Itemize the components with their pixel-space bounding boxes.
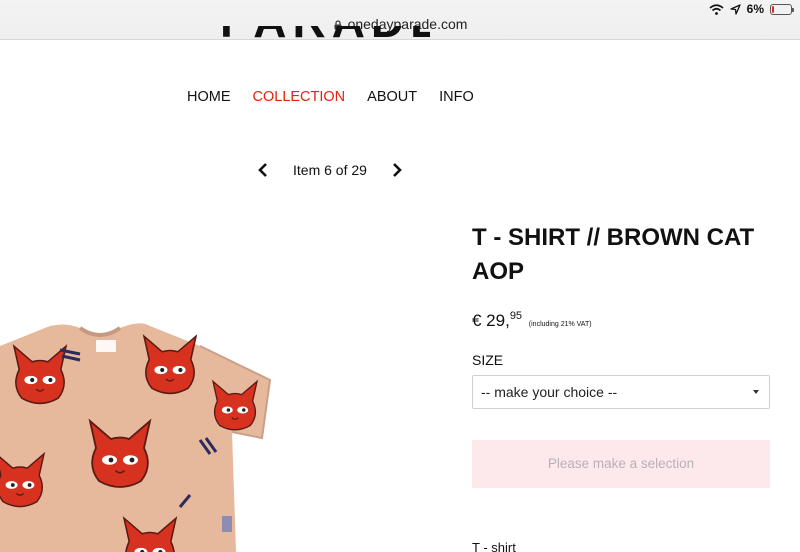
product-price: € 29,95 (including 21% VAT) — [472, 310, 592, 331]
wifi-icon — [709, 3, 724, 15]
nav-about[interactable]: ABOUT — [367, 89, 417, 105]
status-icons: 6% — [709, 2, 794, 16]
chevron-right-icon — [393, 163, 402, 177]
nav-home[interactable]: HOME — [187, 89, 231, 105]
caret-down-icon — [753, 390, 759, 394]
size-select-value: -- make your choice -- — [481, 384, 618, 400]
product-image[interactable] — [0, 320, 280, 552]
product-description: T - shirt — [472, 540, 516, 552]
add-to-cart-button[interactable]: Please make a selection — [472, 440, 770, 488]
product-title: T - SHIRT // BROWN CAT AOP — [472, 224, 755, 285]
price-vat-note: (including 21% VAT) — [528, 321, 592, 328]
battery-percent: 6% — [746, 2, 764, 16]
next-item-button[interactable] — [389, 160, 405, 180]
nav-collection[interactable]: COLLECTION — [253, 89, 346, 105]
item-counter: Item 6 of 29 — [293, 162, 367, 178]
battery-icon — [770, 3, 794, 15]
price-main: € 29, — [472, 311, 510, 330]
size-select[interactable]: -- make your choice -- — [472, 375, 770, 409]
location-arrow-icon — [730, 3, 741, 15]
previous-item-button[interactable] — [255, 160, 271, 180]
item-pager: Item 6 of 29 — [255, 160, 405, 180]
main-nav: HOME COLLECTION ABOUT INFO — [187, 89, 474, 105]
site-logo[interactable]: PARADE — [220, 26, 430, 42]
size-label: SIZE — [472, 352, 504, 368]
nav-info[interactable]: INFO — [439, 89, 474, 105]
price-cents: 95 — [509, 310, 523, 322]
chevron-left-icon — [258, 163, 267, 177]
